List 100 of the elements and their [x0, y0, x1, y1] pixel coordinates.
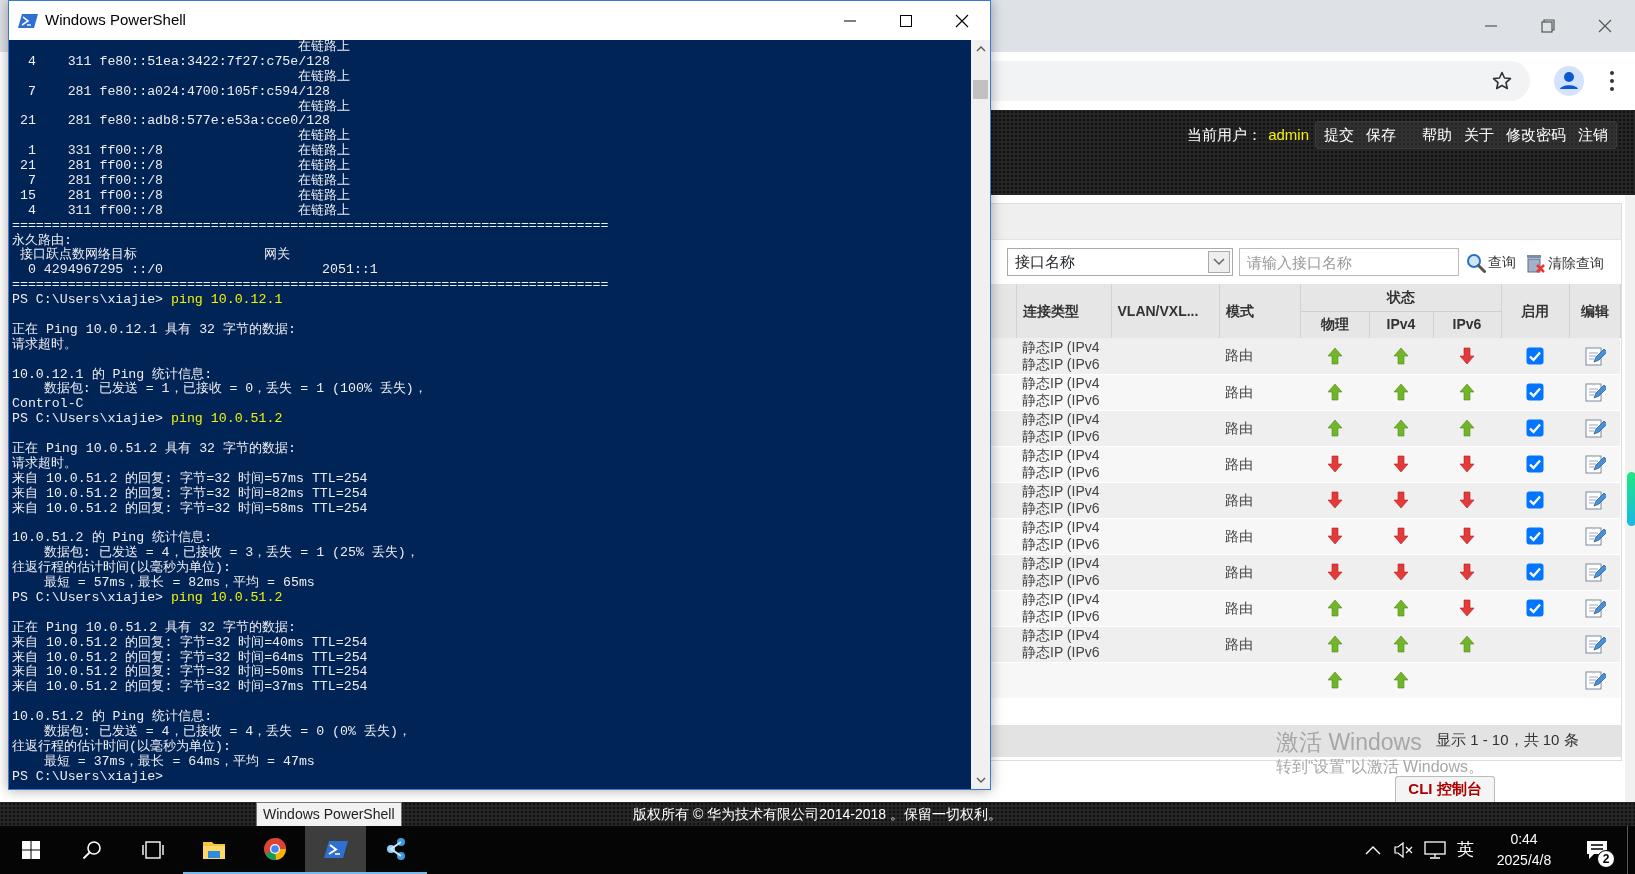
console-line: 数据包: 已发送 = 1，已接收 = 0，丢失 = 1 (100% 丢失)， — [42, 381, 427, 397]
username: admin — [1268, 125, 1309, 145]
console-line: 1 331 ff00::/8 在链路上 — [26, 143, 351, 159]
header-link[interactable]: 关于 — [1464, 122, 1494, 148]
table-cell-text: 路由 — [1224, 599, 1253, 616]
console-line: 正在 Ping 10.0.12.1 具有 32 字节的数据: — [12, 321, 296, 337]
restore-icon — [1540, 19, 1555, 33]
column-header: 启用 — [1501, 284, 1570, 338]
console-line: 接口跃点数网络目标 网关 — [18, 247, 291, 263]
edit-icon[interactable] — [1583, 453, 1606, 475]
console-command: ping 10.0.12.1 — [171, 292, 283, 308]
connection-type: 静态IP (IPv6 — [1021, 428, 1101, 445]
header-link[interactable]: 注销 — [1578, 122, 1608, 148]
monitor-icon[interactable] — [1423, 841, 1446, 859]
connection-type: 静态IP (IPv6 — [1021, 500, 1101, 517]
table-cell-text: 路由 — [1224, 635, 1253, 652]
checkbox[interactable] — [1526, 599, 1545, 617]
star-icon[interactable] — [1492, 71, 1512, 91]
clock-button[interactable]: 0:44 2025/4/8 — [1481, 829, 1567, 871]
chevron-down-icon — [975, 777, 986, 783]
muted-speaker-icon[interactable] — [1393, 842, 1414, 858]
console-line: 4 311 fe80::51ea:3422:7f27:c75e/128 — [26, 53, 331, 69]
console-line: 请求超时。 — [12, 455, 77, 471]
checkbox[interactable] — [1526, 527, 1545, 545]
column-header: 状态 — [1300, 284, 1502, 311]
console-command: ping 10.0.51.2 — [171, 589, 283, 605]
console-line: 数据包: 已发送 = 4，已接收 = 3，丢失 = 1 (25% 丢失)， — [42, 545, 419, 561]
column-header: 连接类型 — [1016, 284, 1111, 338]
console-prompt: PS C:\Users\xiajie> — [12, 411, 164, 427]
console-line: 在链路上 — [297, 68, 351, 84]
console-line: 10.0.51.2 的 Ping 统计信息: — [12, 530, 213, 546]
scrollbar[interactable] — [1624, 195, 1635, 802]
console-line: =========================================================================== — [12, 217, 609, 233]
column-header: IPv4 — [1369, 311, 1433, 338]
checkbox[interactable] — [1526, 563, 1545, 581]
header-link[interactable]: 修改密码 — [1506, 122, 1566, 148]
checkbox[interactable] — [1526, 383, 1545, 401]
console-line: Control-C — [12, 396, 84, 412]
cli-console-tab[interactable]: CLI 控制台 — [1395, 776, 1495, 802]
connection-type: 静态IP (IPv4 — [1021, 447, 1101, 464]
console-line: 数据包: 已发送 = 4，已接收 = 4，丢失 = 0 (0% 丢失)， — [42, 723, 411, 739]
edit-icon[interactable] — [1583, 417, 1606, 439]
console-line: 来自 10.0.51.2 的回复: 字节=32 时间=57ms TTL=254 — [12, 470, 368, 486]
header-link[interactable]: 提交 — [1324, 122, 1354, 148]
column-header: 模式 — [1219, 284, 1300, 338]
checkbox[interactable] — [1526, 419, 1545, 437]
search-button[interactable]: 查询 — [1465, 248, 1517, 277]
header-link[interactable]: 保存 — [1366, 122, 1396, 148]
browser-icon — [262, 837, 287, 861]
console-prompt: PS C:\Users\xiajie> — [12, 292, 164, 308]
console-line: 0 4294967295 ::/0 2051::1 — [26, 262, 378, 278]
scrollbar-thumb[interactable] — [973, 80, 988, 99]
caret-icon — [1213, 258, 1225, 266]
copyright-text: 版权所有 © 华为技术有限公司2014-2018 。保留一切权利。 — [633, 804, 1002, 824]
console-line: 来自 10.0.51.2 的回复: 字节=32 时间=40ms TTL=254 — [12, 634, 368, 650]
checkbox[interactable] — [1526, 346, 1545, 365]
console-prompt: PS C:\Users\xiajie> — [12, 768, 164, 784]
table-cell-text: 路由 — [1224, 419, 1253, 436]
console-line: =========================================================================== — [12, 277, 609, 293]
scrollbar[interactable] — [971, 40, 990, 789]
console-line: 21 281 fe80::adb8:577e:e53a:cce0/128 — [18, 113, 331, 129]
checkbox[interactable] — [1526, 491, 1545, 509]
search-icon[interactable] — [81, 840, 102, 860]
scrollbar-thumb[interactable] — [1626, 472, 1635, 526]
edit-icon[interactable] — [1583, 597, 1606, 619]
clear-search-button[interactable]: 清除查询 — [1523, 248, 1605, 278]
notification-badge: 2 — [1597, 850, 1615, 868]
task-view-icon[interactable] — [141, 840, 164, 860]
table-cell-text: 路由 — [1224, 383, 1253, 400]
edit-icon[interactable] — [1583, 633, 1606, 655]
window-title: Windows PowerShell — [45, 10, 186, 31]
console-line: 来自 10.0.51.2 的回复: 字节=32 时间=58ms TTL=254 — [12, 500, 368, 516]
checkbox[interactable] — [1526, 455, 1545, 473]
console-prompt: PS C:\Users\xiajie> — [12, 589, 164, 605]
input-method-button[interactable]: 英 — [1450, 826, 1481, 874]
edit-icon[interactable] — [1583, 561, 1606, 583]
connection-type: 静态IP (IPv4 — [1021, 591, 1101, 608]
connection-type: 静态IP (IPv6 — [1021, 355, 1101, 373]
edit-icon[interactable] — [1583, 489, 1606, 511]
connection-type: 静态IP (IPv6 — [1021, 464, 1101, 481]
interface-select[interactable]: 接口名称 — [1007, 248, 1233, 276]
profile-icon[interactable] — [1554, 66, 1584, 96]
edit-icon[interactable] — [1583, 669, 1606, 691]
chevron-up-icon[interactable] — [1364, 845, 1381, 855]
header-link[interactable]: 帮助 — [1422, 122, 1452, 148]
edit-icon[interactable] — [1583, 344, 1606, 367]
console-line: 正在 Ping 10.0.51.2 具有 32 字节的数据: — [12, 441, 296, 457]
column-header: 物理 — [1300, 311, 1369, 338]
table-cell-text: 路由 — [1224, 491, 1253, 508]
console-line: 21 281 ff00::/8 在链路上 — [18, 158, 351, 174]
console-line: 正在 Ping 10.0.51.2 具有 32 字节的数据: — [12, 619, 296, 635]
activation-text: 转到“设置”以激活 Windows。 — [1276, 757, 1484, 777]
windows-logo-icon[interactable] — [21, 841, 40, 859]
connection-type: 静态IP (IPv4 — [1021, 338, 1101, 356]
edit-icon[interactable] — [1583, 381, 1606, 403]
column-header: VLAN/VXL... — [1111, 284, 1219, 338]
console-line: 来自 10.0.51.2 的回复: 字节=32 时间=37ms TTL=254 — [12, 679, 368, 695]
search-field[interactable]: 请输入接口名称 — [1239, 248, 1459, 276]
edit-icon[interactable] — [1583, 525, 1606, 547]
terminal-icon — [18, 11, 38, 30]
